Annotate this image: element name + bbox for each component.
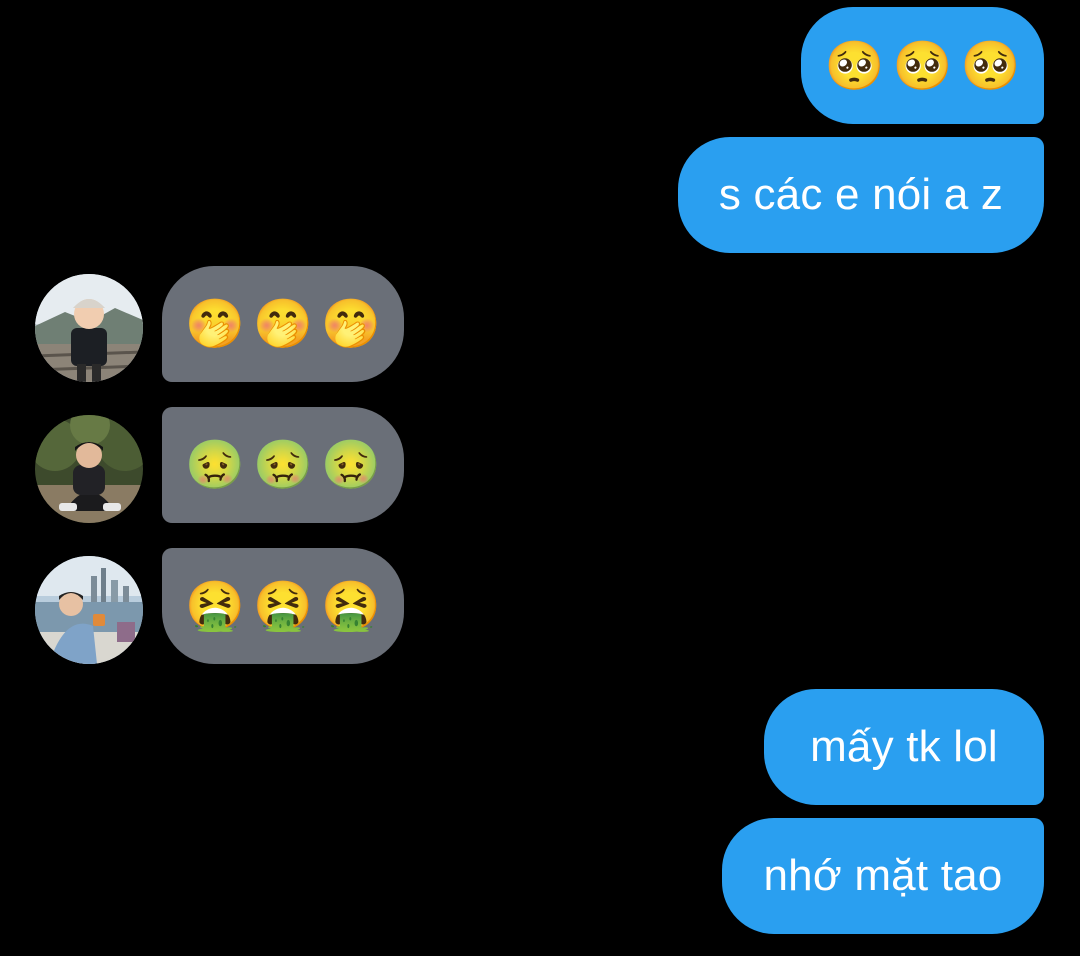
avatar[interactable] <box>35 274 143 382</box>
vomiting-face-emoji: 🤮 <box>253 578 313 634</box>
message-text: mấy tk lol <box>810 722 998 771</box>
emoji-row: 🤭 🤭 🤭 <box>185 300 381 348</box>
hand-over-mouth-emoji: 🤭 <box>320 296 381 352</box>
incoming-message-emoji[interactable]: 🤮 🤮 🤮 <box>162 548 404 664</box>
hand-over-mouth-emoji: 🤭 <box>253 296 313 352</box>
message-text: s các e nói a z <box>718 170 1004 219</box>
pleading-face-emoji: 🥺 <box>892 37 953 94</box>
emoji-row: 🤮 🤮 🤮 <box>185 582 381 630</box>
avatar-boy-garden-image <box>35 415 143 523</box>
outgoing-message-text[interactable]: s các e nói a z <box>678 137 1044 253</box>
emoji-row: 🤢 🤢 🤢 <box>185 441 381 489</box>
nauseated-face-emoji: 🤢 <box>320 437 381 493</box>
avatar-boy-seaside-image <box>35 556 143 664</box>
nauseated-face-emoji: 🤢 <box>185 437 246 493</box>
avatar[interactable] <box>35 556 143 664</box>
message-text: nhớ mặt tao <box>763 851 1003 900</box>
avatar[interactable] <box>35 415 143 523</box>
pleading-face-emoji: 🥺 <box>824 37 885 94</box>
nauseated-face-emoji: 🤢 <box>253 437 313 493</box>
emoji-row: 🥺 🥺 🥺 <box>825 42 1021 90</box>
outgoing-message-text[interactable]: mấy tk lol <box>764 689 1044 805</box>
incoming-message-emoji[interactable]: 🤭 🤭 🤭 <box>162 266 404 382</box>
vomiting-face-emoji: 🤮 <box>185 578 246 634</box>
vomiting-face-emoji: 🤮 <box>320 578 381 634</box>
outgoing-message-text[interactable]: nhớ mặt tao <box>722 818 1044 934</box>
pleading-face-emoji: 🥺 <box>960 37 1021 94</box>
avatar-boy-cap-image <box>35 274 143 382</box>
incoming-message-emoji[interactable]: 🤢 🤢 🤢 <box>162 407 404 523</box>
hand-over-mouth-emoji: 🤭 <box>185 296 246 352</box>
outgoing-message-emoji[interactable]: 🥺 🥺 🥺 <box>801 7 1044 124</box>
